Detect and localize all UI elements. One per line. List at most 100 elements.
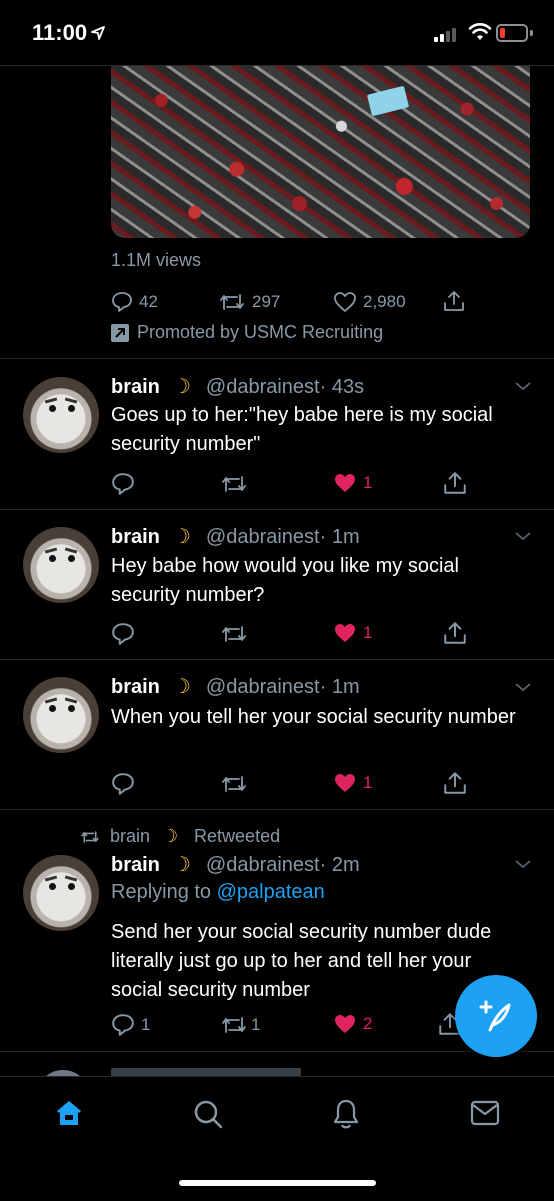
wifi-icon bbox=[468, 23, 492, 40]
tweet-divider bbox=[0, 659, 554, 660]
avatar[interactable] bbox=[23, 527, 99, 603]
home-indicator[interactable] bbox=[179, 1180, 376, 1186]
replying-to-label: Replying to bbox=[111, 881, 212, 903]
replying-to: Replying to @palpatean bbox=[111, 881, 325, 904]
author-handle[interactable]: @dabrainest bbox=[206, 376, 320, 399]
retweet-icon bbox=[222, 1017, 246, 1033]
retweeted-text: Retweeted bbox=[194, 826, 281, 846]
promoted-video-thumbnail[interactable] bbox=[111, 66, 530, 238]
like-count: 1 bbox=[363, 623, 373, 642]
like-button[interactable]: 2 bbox=[333, 1013, 372, 1035]
home-icon[interactable] bbox=[54, 1098, 84, 1128]
moon-emoji-icon: ☽ bbox=[172, 676, 191, 698]
like-button[interactable]: 1 bbox=[333, 472, 372, 494]
tweet-time: · 2m bbox=[319, 854, 360, 876]
like-button[interactable]: 1 bbox=[333, 622, 372, 644]
tweet-text: When you tell her your social security n… bbox=[111, 706, 516, 728]
promoted-arrow-icon bbox=[111, 323, 129, 342]
author-name[interactable]: brain bbox=[111, 526, 160, 549]
reply-icon[interactable] bbox=[111, 622, 135, 646]
reply-icon bbox=[112, 1014, 134, 1036]
share-icon[interactable] bbox=[443, 620, 467, 646]
moon-emoji-icon: ☽ bbox=[161, 826, 179, 846]
tweet-divider bbox=[0, 809, 554, 810]
author-handle[interactable]: @dabrainest bbox=[206, 854, 320, 877]
retweet-icon[interactable] bbox=[219, 773, 249, 795]
avatar[interactable] bbox=[23, 377, 99, 453]
mail-icon[interactable] bbox=[469, 1098, 501, 1128]
battery-nub bbox=[530, 30, 533, 36]
retweet-icon bbox=[220, 294, 244, 310]
retweet-icon bbox=[81, 830, 99, 843]
reply-icon bbox=[112, 292, 132, 312]
reply-button[interactable]: 1 bbox=[111, 1013, 150, 1037]
retweeted-by-name: brain bbox=[110, 826, 151, 846]
share-icon bbox=[444, 291, 464, 311]
video-view-count: 1.1M views bbox=[111, 250, 202, 270]
chevron-down-icon[interactable] bbox=[514, 858, 532, 870]
author-handle[interactable]: @dabrainest bbox=[206, 526, 320, 549]
tweet-header: brain ☽ @dabrainest · 1m bbox=[111, 524, 360, 549]
tweet-divider bbox=[0, 1051, 554, 1052]
retweet-count: 297 bbox=[252, 292, 281, 311]
next-tweet-peek bbox=[0, 1062, 554, 1076]
compose-tweet-button[interactable] bbox=[455, 975, 537, 1057]
tweet-divider bbox=[0, 358, 554, 359]
heart-filled-icon bbox=[335, 1015, 355, 1033]
heart-filled-icon bbox=[335, 774, 355, 792]
reply-count: 42 bbox=[139, 292, 158, 311]
author-handle[interactable]: @dabrainest bbox=[206, 676, 320, 699]
retweet-button[interactable]: 1 bbox=[219, 1014, 260, 1036]
reply-button[interactable]: 42 bbox=[111, 291, 158, 313]
reply-icon[interactable] bbox=[111, 472, 135, 496]
avatar[interactable] bbox=[23, 677, 99, 753]
tweet-header: brain ☽ @dabrainest · 2m bbox=[111, 852, 360, 877]
like-button[interactable]: 1 bbox=[333, 772, 372, 794]
tweet-divider bbox=[0, 509, 554, 510]
moon-emoji-icon: ☽ bbox=[172, 854, 191, 876]
location-arrow-icon bbox=[91, 26, 105, 40]
tweet-time: · 43s bbox=[319, 376, 365, 398]
promoted-label[interactable]: Promoted by USMC Recruiting bbox=[111, 322, 383, 343]
battery-icon bbox=[496, 24, 528, 42]
chevron-down-icon[interactable] bbox=[514, 530, 532, 542]
share-icon[interactable] bbox=[443, 470, 467, 496]
reply-count: 1 bbox=[141, 1015, 151, 1034]
heart-outline-icon bbox=[334, 292, 356, 312]
share-button[interactable] bbox=[443, 289, 465, 313]
chevron-down-icon[interactable] bbox=[514, 380, 532, 392]
tweet-header: brain ☽ @dabrainest · 43s bbox=[111, 374, 364, 399]
tweet-time: · 1m bbox=[319, 526, 360, 548]
tweet-header: brain ☽ @dabrainest · 1m bbox=[111, 674, 360, 699]
like-count: 1 bbox=[363, 473, 373, 492]
retweet-icon[interactable] bbox=[219, 623, 249, 645]
heart-filled-icon bbox=[335, 624, 355, 642]
avatar[interactable] bbox=[23, 855, 99, 931]
chevron-down-icon[interactable] bbox=[514, 681, 532, 693]
tweet-text: Send her your social security number dud… bbox=[111, 921, 492, 1001]
author-name[interactable]: brain bbox=[111, 376, 160, 399]
compose-feather-icon bbox=[479, 1000, 511, 1032]
share-icon[interactable] bbox=[443, 770, 467, 796]
retweet-count: 1 bbox=[251, 1015, 261, 1034]
like-count: 2,980 bbox=[363, 292, 406, 311]
author-name[interactable]: brain bbox=[111, 676, 160, 699]
replying-to-handle[interactable]: @palpatean bbox=[217, 881, 325, 903]
search-icon[interactable] bbox=[192, 1098, 224, 1130]
reply-icon[interactable] bbox=[111, 772, 135, 796]
tweet-text: Goes up to her:"hey babe here is my soci… bbox=[111, 404, 493, 455]
tweet-text: Hey babe how would you like my social se… bbox=[111, 555, 459, 606]
tweet-time: · 1m bbox=[319, 676, 360, 698]
author-name[interactable]: brain bbox=[111, 854, 160, 877]
like-count: 1 bbox=[363, 773, 373, 792]
cellular-signal-icon bbox=[434, 26, 462, 42]
retweet-icon[interactable] bbox=[219, 473, 249, 495]
retweet-button[interactable]: 297 bbox=[218, 291, 280, 313]
moon-emoji-icon: ☽ bbox=[172, 526, 191, 548]
moon-emoji-icon: ☽ bbox=[172, 376, 191, 398]
like-count: 2 bbox=[363, 1014, 373, 1033]
bell-icon[interactable] bbox=[331, 1098, 361, 1130]
retweeted-by-label[interactable]: brain ☽ Retweeted bbox=[80, 826, 280, 847]
like-button[interactable]: 2,980 bbox=[333, 291, 406, 313]
heart-filled-icon bbox=[335, 474, 355, 492]
